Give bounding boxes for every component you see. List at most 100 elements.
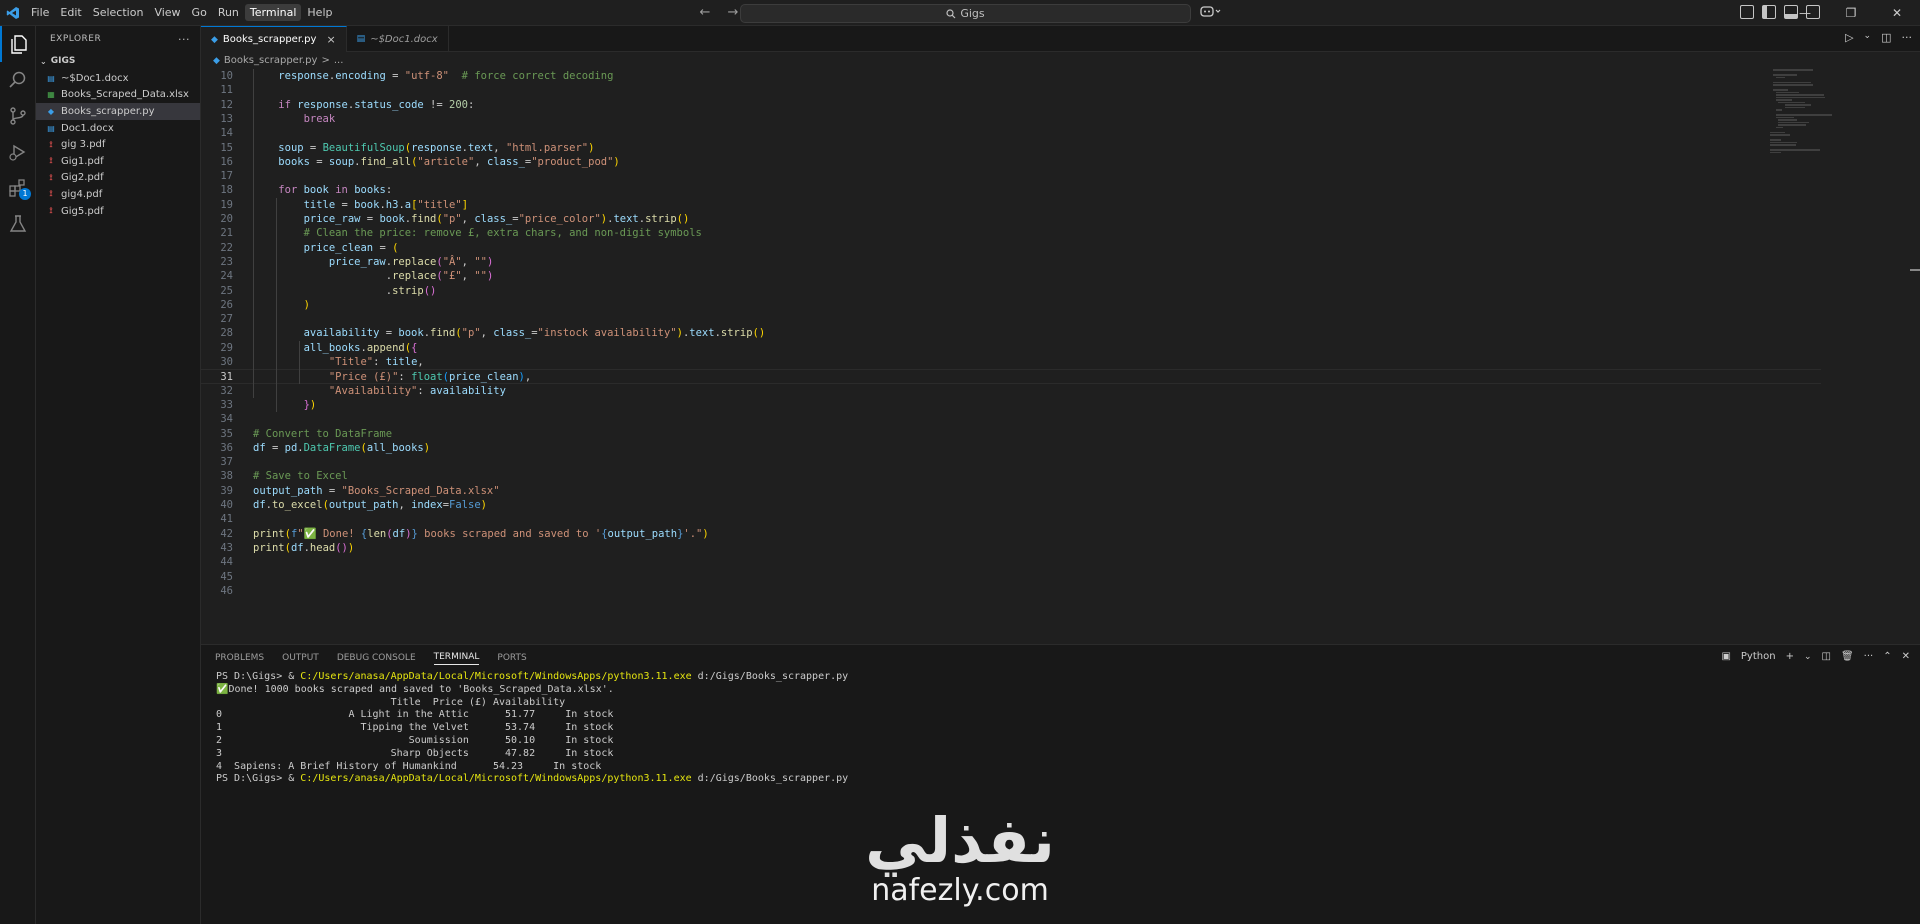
code-editor[interactable]: 10 response.encoding = "utf-8" # force c… xyxy=(201,69,1920,644)
code-line[interactable]: 29 all_books.append({ xyxy=(201,341,1821,355)
code-line[interactable]: 26 ) xyxy=(201,298,1821,312)
customize-layout-icon[interactable] xyxy=(1740,5,1754,19)
source-control-icon[interactable] xyxy=(0,98,36,134)
tab-doc1[interactable]: ▤ ~$Doc1.docx xyxy=(347,26,449,52)
file-item[interactable]: ▤ Doc1.docx xyxy=(36,120,200,137)
code-line[interactable]: 33 }) xyxy=(201,398,1821,412)
menu-view[interactable]: View xyxy=(149,4,185,21)
code-line[interactable]: 10 response.encoding = "utf-8" # force c… xyxy=(201,69,1821,83)
split-editor-icon[interactable]: ◫ xyxy=(1881,31,1891,44)
file-item[interactable]: ⟟ Gig1.pdf xyxy=(36,153,200,170)
terminal-table-rows: 0 A Light in the Attic 51.77 In stock 1 T… xyxy=(216,709,848,773)
menu-help[interactable]: Help xyxy=(302,4,337,21)
breadcrumb-file[interactable]: Books_scrapper.py xyxy=(224,55,318,66)
run-python-file-icon[interactable]: ▷ xyxy=(1845,31,1853,44)
command-center-search[interactable]: Gigs xyxy=(740,4,1191,23)
panel-tab-ports[interactable]: PORTS xyxy=(497,653,526,663)
code-line[interactable]: 41 xyxy=(201,512,1821,526)
code-line[interactable]: 30 "Title": title, xyxy=(201,355,1821,369)
code-line[interactable]: 19 title = book.h3.a["title"] xyxy=(201,198,1821,212)
code-line[interactable]: 42 print(f"✅ Done! {len(df)} books scrape… xyxy=(201,527,1821,541)
code-line[interactable]: 34 xyxy=(201,412,1821,426)
code-line[interactable]: 11 xyxy=(201,83,1821,97)
file-item[interactable]: ▦ Books_Scraped_Data.xlsx xyxy=(36,87,200,104)
menu-run[interactable]: Run xyxy=(213,4,244,21)
code-line[interactable]: 28 availability = book.find("p", class_=… xyxy=(201,326,1821,340)
shell-label[interactable]: Python xyxy=(1741,651,1776,662)
code-line[interactable]: 27 xyxy=(201,312,1821,326)
code-line[interactable]: 21 # Clean the price: remove £, extra ch… xyxy=(201,226,1821,240)
code-line[interactable]: 32 "Availability": availability xyxy=(201,384,1821,398)
code-line[interactable]: 37 xyxy=(201,455,1821,469)
code-line[interactable]: 36 df = pd.DataFrame(all_books) xyxy=(201,441,1821,455)
run-debug-icon[interactable] xyxy=(0,134,36,170)
code-line[interactable]: 40 df.to_excel(output_path, index=False) xyxy=(201,498,1821,512)
restore-icon[interactable]: ❐ xyxy=(1828,0,1874,26)
code-line[interactable]: 24 .replace("£", "") xyxy=(201,269,1821,283)
back-arrow-icon[interactable]: ← xyxy=(696,4,714,22)
file-item[interactable]: ⟟ gig 3.pdf xyxy=(36,136,200,153)
code-line[interactable]: 22 price_clean = ( xyxy=(201,241,1821,255)
chevron-down-icon[interactable]: ⌄ xyxy=(1804,652,1812,662)
menu-go[interactable]: Go xyxy=(187,4,212,21)
extensions-icon[interactable]: 1 xyxy=(0,170,36,206)
more-actions-icon[interactable]: ··· xyxy=(178,33,190,46)
py-file-icon: ◆ xyxy=(47,106,55,116)
new-terminal-icon[interactable]: + xyxy=(1786,651,1794,662)
file-item[interactable]: ⟟ Gig5.pdf xyxy=(36,203,200,220)
minimize-icon[interactable]: — xyxy=(1782,0,1828,26)
close-tab-icon[interactable]: × xyxy=(326,33,335,46)
file-item[interactable]: ⟟ Gig2.pdf xyxy=(36,170,200,187)
code-line[interactable]: 31 "Price (£)": float(price_clean), xyxy=(201,369,1821,384)
menu-edit[interactable]: Edit xyxy=(55,4,86,21)
terminal-output[interactable]: PS D:\Gigs> & C:/Users/anasa/AppData/Loc… xyxy=(216,671,848,786)
scrollbar-marker[interactable] xyxy=(1910,269,1920,271)
search-icon[interactable] xyxy=(0,62,36,98)
code-line[interactable]: 39 output_path = "Books_Scraped_Data.xlsx… xyxy=(201,484,1821,498)
close-panel-icon[interactable]: ✕ xyxy=(1902,651,1910,662)
code-line[interactable]: 16 books = soup.find_all("article", clas… xyxy=(201,155,1821,169)
code-line[interactable]: 20 price_raw = book.find("p", class_="pr… xyxy=(201,212,1821,226)
code-line[interactable]: 15 soup = BeautifulSoup(response.text, "… xyxy=(201,141,1821,155)
tab-books-scrapper[interactable]: ◆ Books_scrapper.py × xyxy=(201,26,347,52)
folder-gigs[interactable]: ⌄ GIGS xyxy=(36,52,200,70)
code-line[interactable]: 23 price_raw.replace("Â", "") xyxy=(201,255,1821,269)
code-line[interactable]: 12 if response.status_code != 200: xyxy=(201,98,1821,112)
trash-icon[interactable]: 🗑 xyxy=(1841,651,1854,662)
activity-bar: 1 xyxy=(0,26,36,924)
code-line[interactable]: 14 xyxy=(201,126,1821,140)
code-line[interactable]: 25 .strip() xyxy=(201,284,1821,298)
file-item[interactable]: ▤ ~$Doc1.docx xyxy=(36,70,200,87)
code-line[interactable]: 44 xyxy=(201,555,1821,569)
explorer-icon[interactable] xyxy=(0,26,36,62)
panel-tab-output[interactable]: OUTPUT xyxy=(282,653,319,663)
more-actions-icon[interactable]: ··· xyxy=(1902,31,1913,44)
file-item[interactable]: ◆ Books_scrapper.py xyxy=(36,103,200,120)
maximize-panel-icon[interactable]: ⌃ xyxy=(1883,651,1891,662)
watermark: نفذلي nafezly.com xyxy=(840,808,1080,924)
menu-selection[interactable]: Selection xyxy=(88,4,149,21)
breadcrumb-symbol[interactable]: ... xyxy=(334,55,344,66)
panel-tab-problems[interactable]: PROBLEMS xyxy=(215,653,264,663)
close-icon[interactable]: ✕ xyxy=(1874,0,1920,26)
split-terminal-icon[interactable]: ◫ xyxy=(1822,651,1831,662)
more-actions-icon[interactable]: ··· xyxy=(1864,651,1874,662)
code-line[interactable]: 43 print(df.head()) xyxy=(201,541,1821,555)
testing-flask-icon[interactable] xyxy=(0,206,36,242)
code-line[interactable]: 13 break xyxy=(201,112,1821,126)
code-line[interactable]: 38 # Save to Excel xyxy=(201,469,1821,483)
file-label: Doc1.docx xyxy=(61,122,114,134)
chevron-down-icon[interactable]: ⌄ xyxy=(1864,31,1872,44)
code-line[interactable]: 45 xyxy=(201,570,1821,584)
code-line[interactable]: 18 for book in books: xyxy=(201,183,1821,197)
copilot-icon[interactable] xyxy=(1200,4,1222,21)
menu-terminal[interactable]: Terminal xyxy=(244,4,302,21)
file-item[interactable]: ⟟ gig4.pdf xyxy=(36,186,200,203)
toggle-primary-sidebar-icon[interactable] xyxy=(1762,5,1776,19)
code-line[interactable]: 35 # Convert to DataFrame xyxy=(201,427,1821,441)
panel-tab-terminal[interactable]: TERMINAL xyxy=(433,652,480,665)
code-line[interactable]: 17 xyxy=(201,169,1821,183)
code-line[interactable]: 46 xyxy=(201,584,1821,598)
panel-tab-debug-console[interactable]: DEBUG CONSOLE xyxy=(337,653,416,663)
menu-file[interactable]: File xyxy=(26,4,54,21)
